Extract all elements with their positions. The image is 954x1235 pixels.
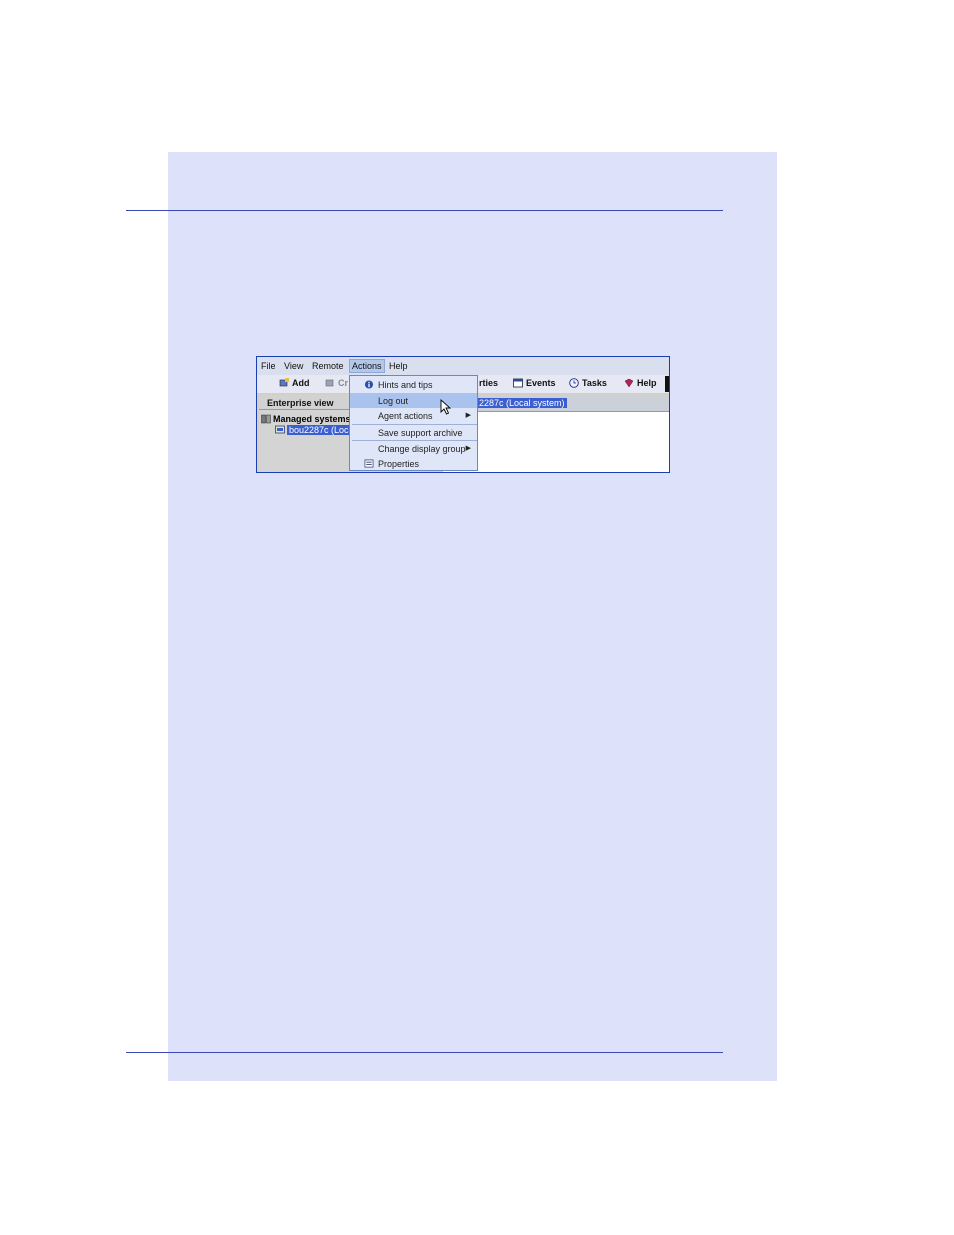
menu-item-label: Properties: [378, 459, 420, 469]
footer-rule: [126, 1052, 723, 1053]
info-icon: [364, 380, 374, 389]
tree-root-label: Managed systems: [273, 414, 351, 424]
add-button-label: Add: [292, 378, 310, 388]
page-background-panel: [168, 152, 777, 1081]
events-icon: [513, 378, 523, 388]
header-rule: [126, 210, 723, 211]
remove-system-icon: [325, 379, 334, 387]
menu-item-label: Agent actions: [378, 411, 433, 421]
menu-view[interactable]: View: [284, 361, 303, 371]
properties-icon: [364, 459, 374, 468]
menu-bar: File View Remote Actions Help: [257, 357, 669, 375]
menu-item-save-support-archive[interactable]: Save support archive: [350, 425, 477, 440]
tree-item-local-system-label: bou2287c (Loca: [287, 425, 356, 435]
tree-item-local-system[interactable]: bou2287c (Loca: [275, 425, 356, 435]
add-button[interactable]: Add: [279, 378, 310, 388]
tree-root-managed-systems[interactable]: Managed systems: [261, 414, 351, 424]
menu-remote[interactable]: Remote: [312, 361, 344, 371]
actions-dropdown-menu: Hints and tips Log out Agent actions ▶ S…: [349, 375, 478, 471]
hidden-toolbar-button[interactable]: Cr: [325, 378, 348, 388]
add-system-icon: [279, 378, 289, 387]
events-button-label: Events: [526, 378, 556, 388]
menu-file[interactable]: File: [261, 361, 276, 371]
toolbar-end-handle: [665, 376, 669, 392]
menu-item-log-out[interactable]: Log out: [350, 393, 477, 408]
clock-icon: [569, 378, 579, 388]
system-detail-title: 2287c (Local system): [477, 398, 567, 408]
enterprise-view-title: Enterprise view: [267, 398, 334, 408]
menu-item-label: Save support archive: [378, 428, 463, 438]
menu-help[interactable]: Help: [389, 361, 408, 371]
help-button-label: Help: [637, 378, 657, 388]
menu-item-agent-actions[interactable]: Agent actions ▶: [350, 408, 477, 423]
hidden-toolbar-label: Cr: [338, 378, 349, 388]
tasks-button[interactable]: Tasks: [569, 378, 607, 388]
menu-item-properties[interactable]: Properties: [350, 456, 477, 471]
system-icon: [275, 425, 285, 434]
properties-button[interactable]: rties: [479, 378, 498, 388]
menu-actions[interactable]: Actions: [349, 359, 385, 373]
menu-item-change-display-group[interactable]: Change display group ▶: [350, 441, 477, 456]
submenu-arrow-icon: ▶: [465, 412, 471, 419]
mouse-pointer-icon: [440, 399, 452, 415]
submenu-arrow-icon: ▶: [465, 445, 471, 452]
menu-item-hints-and-tips[interactable]: Hints and tips: [350, 377, 477, 392]
help-button[interactable]: Help: [624, 378, 657, 388]
help-book-icon: [624, 378, 634, 388]
menu-item-label: Log out: [378, 396, 409, 406]
menu-item-label: Change display group: [378, 444, 466, 454]
properties-button-label: rties: [479, 378, 499, 388]
events-button[interactable]: Events: [513, 378, 556, 388]
application-window: File View Remote Actions Help Add Cr rti…: [256, 356, 670, 473]
menu-item-label: Hints and tips: [378, 380, 433, 390]
tasks-button-label: Tasks: [582, 378, 607, 388]
managed-systems-icon: [261, 414, 271, 424]
